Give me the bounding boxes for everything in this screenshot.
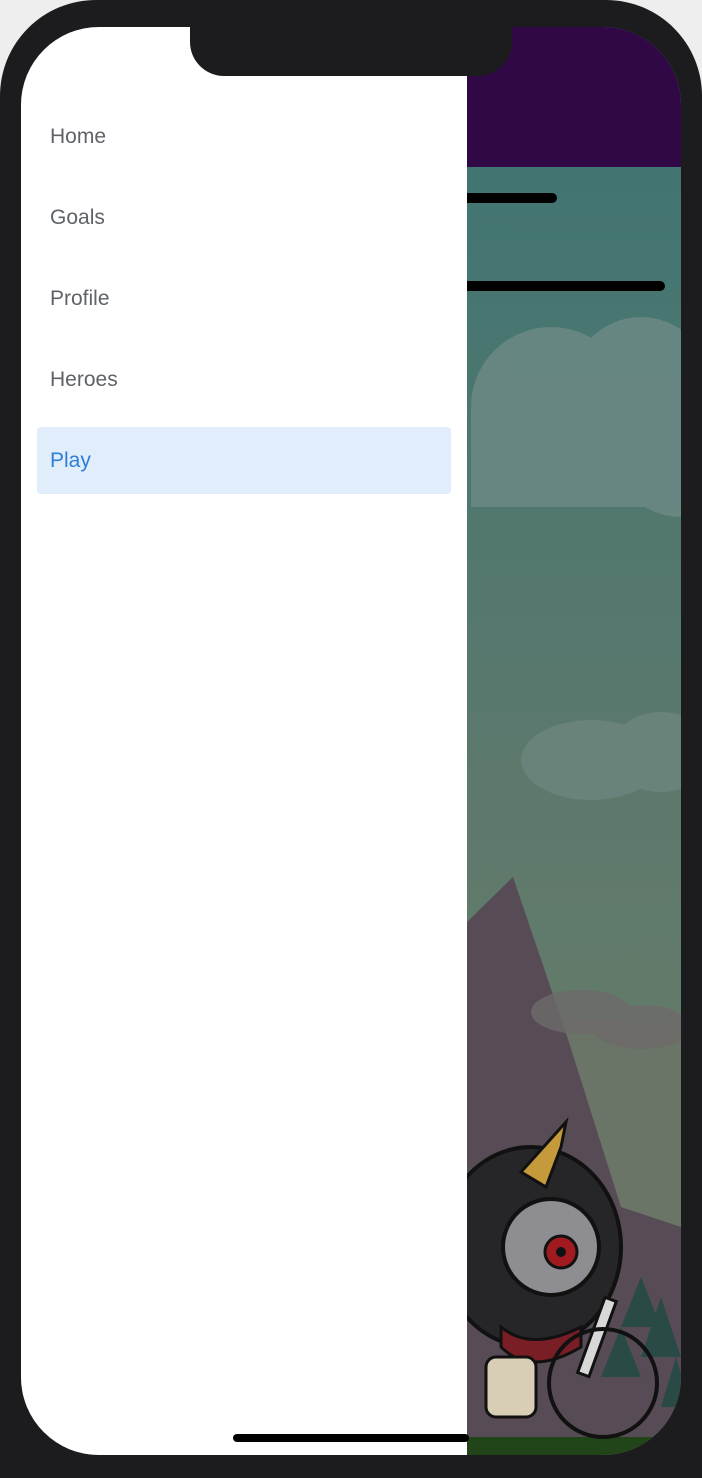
cloud-shape [471,317,681,517]
drawer-item-label: Profile [50,286,110,310]
drawer-item-heroes[interactable]: Heroes [37,346,451,413]
drawer-item-play[interactable]: Play [37,427,451,494]
navigation-drawer: Home Goals Profile Heroes Play [21,27,467,1455]
drawer-item-profile[interactable]: Profile [37,265,451,332]
drawer-item-label: Heroes [50,367,118,391]
drawer-item-label: Goals [50,205,105,229]
home-indicator[interactable] [233,1434,469,1442]
drawer-item-label: Home [50,124,107,148]
drawer-item-label: Play [50,448,91,472]
app-screen: Home Goals Profile Heroes Play [21,27,681,1455]
drawer-item-goals[interactable]: Goals [37,184,451,251]
drawer-item-home[interactable]: Home [37,103,451,170]
device-frame: Home Goals Profile Heroes Play [0,0,702,1478]
energy-bar[interactable] [451,281,665,291]
device-notch [190,0,512,76]
drawer-menu: Home Goals Profile Heroes Play [37,103,451,508]
